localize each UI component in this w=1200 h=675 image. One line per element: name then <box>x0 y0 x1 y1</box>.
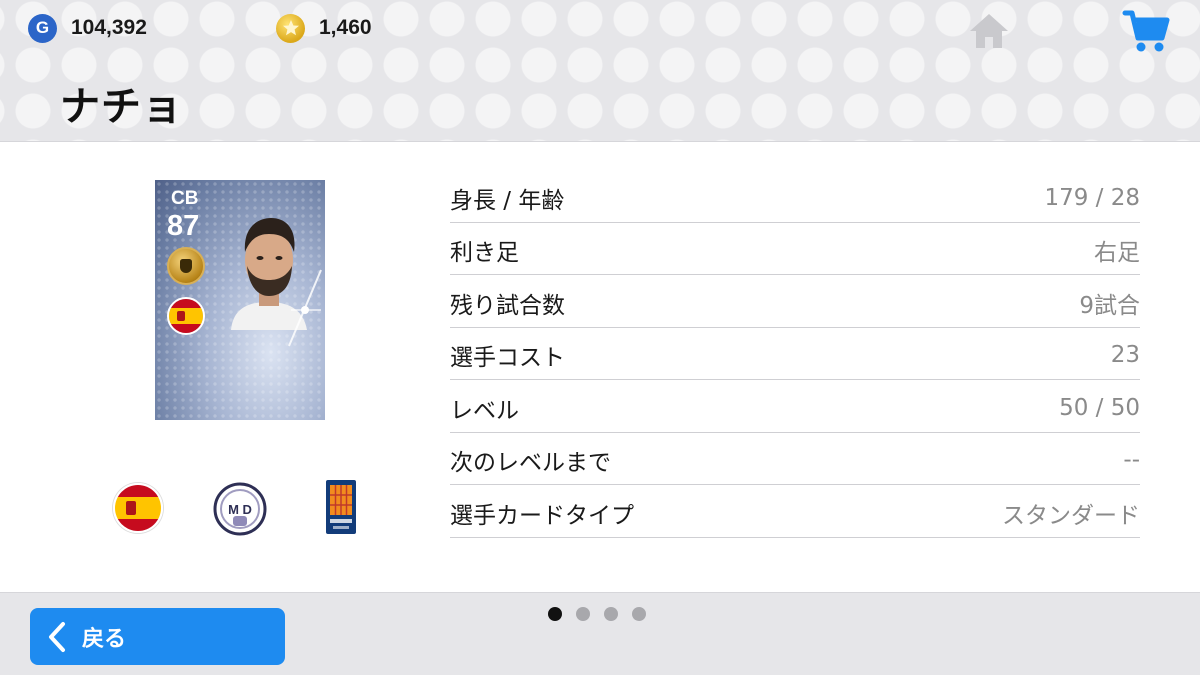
info-value: 23 <box>1110 342 1140 369</box>
footer-bar: 戻る <box>0 592 1200 675</box>
page-dot-2[interactable] <box>576 607 590 621</box>
star-coin-icon <box>276 13 305 43</box>
coins-balance: 1,460 <box>276 12 372 44</box>
page-indicator <box>548 607 646 621</box>
info-value: スタンダード <box>1002 502 1140 529</box>
player-name-title: ナチョ <box>60 84 183 130</box>
home-icon[interactable] <box>966 10 1012 52</box>
chevron-left-icon <box>49 621 65 652</box>
shopping-cart-icon[interactable] <box>1122 8 1172 54</box>
info-value: 9試合 <box>1079 292 1140 319</box>
back-button[interactable]: 戻る <box>30 608 285 665</box>
league-logo-icon[interactable] <box>326 480 356 534</box>
sparkle-effect <box>288 269 322 347</box>
page-dot-4[interactable] <box>632 607 646 621</box>
g-coin-icon: G <box>28 13 57 43</box>
info-value: 50 / 50 <box>1059 394 1140 421</box>
info-label: 残り試合数 <box>450 292 565 319</box>
club-emblem-icon[interactable]: M D <box>213 482 267 536</box>
info-value: 179 / 28 <box>1044 184 1140 211</box>
card-position: CB <box>171 188 199 209</box>
info-row-remaining-matches: 残り試合数 9試合 <box>450 275 1140 328</box>
info-row-player-cost: 選手コスト 23 <box>450 328 1140 380</box>
club-badge-icon <box>167 247 205 285</box>
info-label: レベル <box>450 397 519 424</box>
header-bar: G 104,392 1,460 ナチョ <box>0 0 1200 142</box>
spain-flag-icon <box>167 297 205 335</box>
info-label: 次のレベルまで <box>450 450 611 477</box>
gp-balance: G 104,392 <box>28 12 147 44</box>
info-label: 選手コスト <box>450 345 565 372</box>
info-label: 身長 / 年齢 <box>450 187 565 214</box>
info-row-level: レベル 50 / 50 <box>450 380 1140 433</box>
info-row-next-level: 次のレベルまで -- <box>450 433 1140 485</box>
info-row-height-age: 身長 / 年齢 179 / 28 <box>450 170 1140 223</box>
info-value: 右足 <box>1094 240 1140 267</box>
info-row-card-type: 選手カードタイプ スタンダード <box>450 485 1140 538</box>
player-info-table: 身長 / 年齢 179 / 28 利き足 右足 残り試合数 9試合 選手コスト … <box>450 170 1140 538</box>
player-card[interactable]: CB 87 <box>155 180 325 420</box>
spain-flag-icon[interactable] <box>113 483 163 533</box>
page-dot-1[interactable] <box>548 607 562 621</box>
gp-amount: 104,392 <box>71 16 147 39</box>
info-label: 選手カードタイプ <box>450 502 634 529</box>
info-label: 利き足 <box>450 240 519 267</box>
info-row-foot: 利き足 右足 <box>450 223 1140 275</box>
card-rating: 87 <box>167 210 200 242</box>
coins-amount: 1,460 <box>319 16 372 39</box>
affiliation-icons: M D <box>0 480 440 536</box>
svg-text:M D: M D <box>228 502 252 517</box>
info-value: -- <box>1123 447 1140 474</box>
page-dot-3[interactable] <box>604 607 618 621</box>
back-button-label: 戻る <box>82 626 127 652</box>
